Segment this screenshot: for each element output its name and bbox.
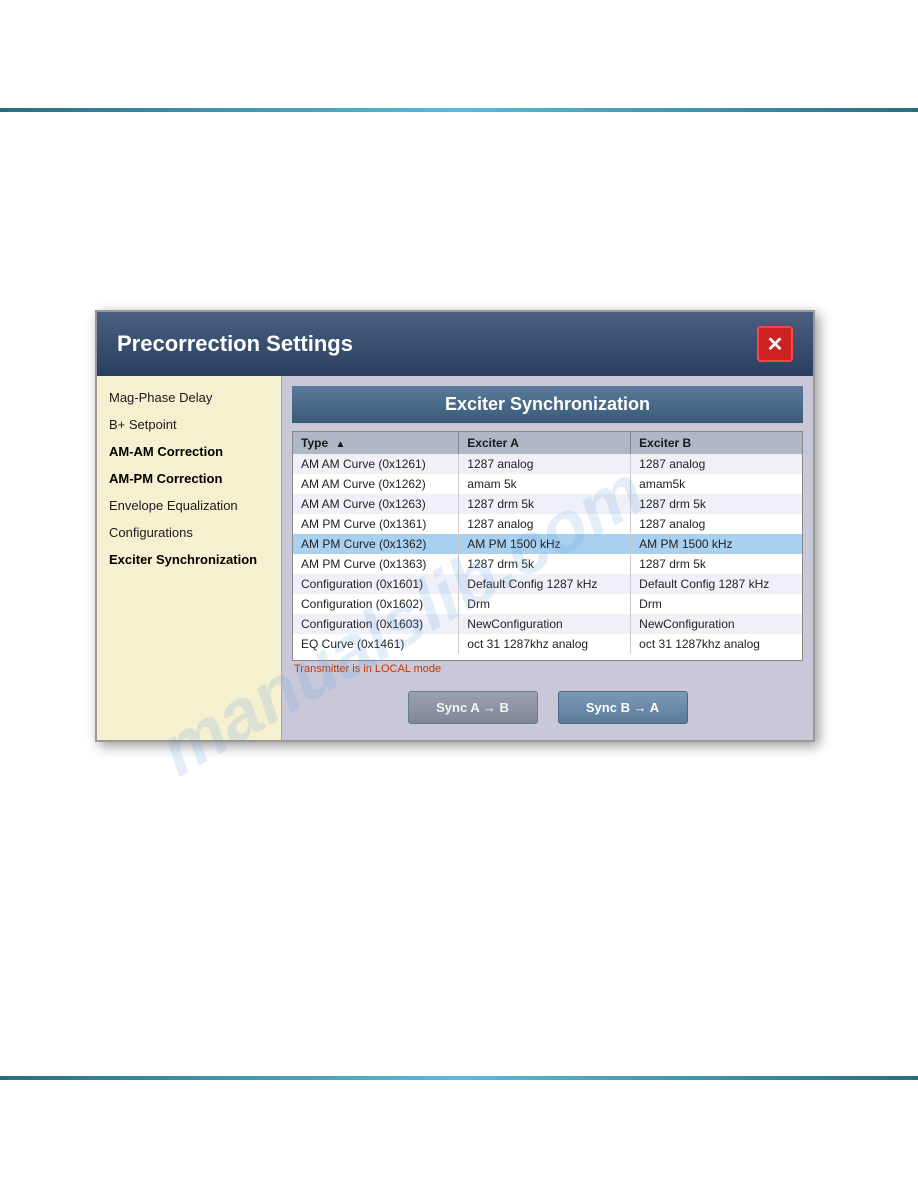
cell-exciter-b: oct 31 1287khz analog [631,634,802,654]
table-row[interactable]: AM AM Curve (0x1263)1287 drm 5k1287 drm … [293,494,802,514]
col-exciter-b[interactable]: Exciter B [631,432,802,454]
cell-exciter-a: 1287 analog [459,514,631,534]
table-row[interactable]: AM PM Curve (0x1363)1287 drm 5k1287 drm … [293,554,802,574]
close-button[interactable]: ✕ [757,326,793,362]
cell-exciter-a: 1287 drm 5k [459,554,631,574]
table-row[interactable]: Configuration (0x1603)NewConfigurationNe… [293,614,802,634]
sidebar-item-b-setpoint[interactable]: B+ Setpoint [97,411,281,438]
cell-exciter-b: 1287 drm 5k [631,494,802,514]
cell-type: Configuration (0x1602) [293,594,459,614]
cell-exciter-a: Drm [459,594,631,614]
precorrection-dialog: Precorrection Settings ✕ Mag-Phase Delay… [95,310,815,742]
sidebar-item-envelope-equalization[interactable]: Envelope Equalization [97,492,281,519]
cell-type: AM PM Curve (0x1362) [293,534,459,554]
cell-exciter-a: 1287 drm 5k [459,494,631,514]
sync-a-to-b-button[interactable]: Sync A → B [408,691,538,724]
table-row[interactable]: Configuration (0x1601)Default Config 128… [293,574,802,594]
cell-exciter-a: oct 31 1287khz analog [459,634,631,654]
cell-exciter-a: AM PM 1500 kHz [459,534,631,554]
top-bar [0,108,918,112]
cell-exciter-a: NewConfiguration [459,614,631,634]
cell-exciter-a: 1287 analog [459,454,631,474]
cell-exciter-b: 1287 drm 5k [631,554,802,574]
cell-type: AM AM Curve (0x1261) [293,454,459,474]
cell-type: Configuration (0x1601) [293,574,459,594]
cell-type: AM PM Curve (0x1363) [293,554,459,574]
col-type[interactable]: Type ▲ [293,432,459,454]
sync-b-to-a-button[interactable]: Sync B → A [558,691,688,724]
cell-type: EQ Curve (0x1461) [293,634,459,654]
cell-exciter-b: 1287 analog [631,454,802,474]
table-row[interactable]: AM PM Curve (0x1362)AM PM 1500 kHzAM PM … [293,534,802,554]
cell-exciter-b: NewConfiguration [631,614,802,634]
sidebar-item-am-pm-correction[interactable]: AM-PM Correction [97,465,281,492]
cell-type: AM PM Curve (0x1361) [293,514,459,534]
status-text: Transmitter is in LOCAL mode [292,661,803,675]
bottom-bar [0,1076,918,1080]
button-row: Sync A → B Sync B → A [292,685,803,730]
col-exciter-a[interactable]: Exciter A [459,432,631,454]
sidebar-item-exciter-synchronization[interactable]: Exciter Synchronization [97,546,281,573]
cell-type: AM AM Curve (0x1262) [293,474,459,494]
sidebar-item-am-am-correction[interactable]: AM-AM Correction [97,438,281,465]
cell-exciter-b: Drm [631,594,802,614]
sync-table-container: Type ▲ Exciter A Exciter B AM AM [292,431,803,661]
cell-exciter-b: 1287 analog [631,514,802,534]
sidebar: Mag-Phase Delay B+ Setpoint AM-AM Correc… [97,376,282,740]
cell-exciter-b: Default Config 1287 kHz [631,574,802,594]
dialog-title: Precorrection Settings [117,331,353,357]
table-row[interactable]: Configuration (0x1602)DrmDrm [293,594,802,614]
cell-exciter-b: AM PM 1500 kHz [631,534,802,554]
section-header: Exciter Synchronization [292,386,803,423]
cell-type: Configuration (0x1603) [293,614,459,634]
table-row[interactable]: AM PM Curve (0x1361)1287 analog1287 anal… [293,514,802,534]
main-content: Exciter Synchronization Type ▲ Exciter A [282,376,813,740]
table-header-row: Type ▲ Exciter A Exciter B [293,432,802,454]
cell-exciter-a: amam 5k [459,474,631,494]
dialog-titlebar: Precorrection Settings ✕ [97,312,813,376]
cell-exciter-a: Default Config 1287 kHz [459,574,631,594]
table-row[interactable]: AM AM Curve (0x1262)amam 5kamam5k [293,474,802,494]
sidebar-item-configurations[interactable]: Configurations [97,519,281,546]
cell-type: AM AM Curve (0x1263) [293,494,459,514]
dialog-body: Mag-Phase Delay B+ Setpoint AM-AM Correc… [97,376,813,740]
sync-table: Type ▲ Exciter A Exciter B AM AM [293,432,802,654]
cell-exciter-b: amam5k [631,474,802,494]
sidebar-item-mag-phase-delay[interactable]: Mag-Phase Delay [97,384,281,411]
table-row[interactable]: AM AM Curve (0x1261)1287 analog1287 anal… [293,454,802,474]
table-row[interactable]: EQ Curve (0x1461)oct 31 1287khz analogoc… [293,634,802,654]
sort-arrow: ▲ [335,439,345,450]
